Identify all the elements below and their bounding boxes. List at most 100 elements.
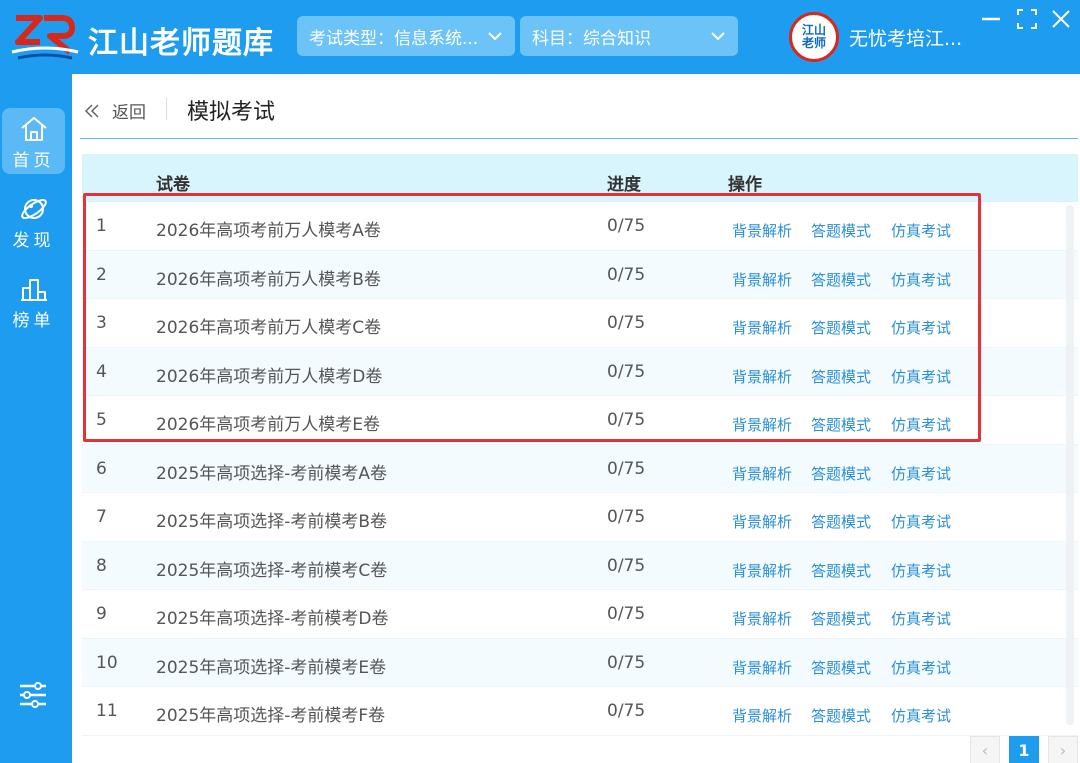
user-name[interactable]: 无忧考培江... [849, 24, 962, 51]
table-row: 11 2025年高项选择-考前模考F卷 0/75 背景解析 答题模式 仿真考试 [82, 687, 1078, 736]
row-index: 9 [96, 604, 107, 624]
column-header-progress: 进度 [607, 175, 641, 195]
table-body: 1 2026年高项考前万人模考A卷 0/75 背景解析 答题模式 仿真考试 2 2026年高项… [82, 202, 1078, 736]
row-index: 7 [96, 507, 107, 527]
mock-exam-link[interactable]: 仿真考试 [891, 366, 951, 387]
analysis-link[interactable]: 背景解析 [732, 414, 792, 435]
row-index: 5 [96, 410, 107, 430]
answer-mode-link[interactable]: 答题模式 [811, 414, 871, 435]
scrollbar[interactable] [1066, 205, 1074, 725]
analysis-link[interactable]: 背景解析 [732, 463, 792, 484]
analysis-link[interactable]: 背景解析 [732, 366, 792, 387]
exam-type-select[interactable]: 考试类型：信息系统... [297, 16, 515, 56]
analysis-link[interactable]: 背景解析 [732, 608, 792, 629]
mock-exam-link[interactable]: 仿真考试 [891, 657, 951, 678]
row-index: 8 [96, 555, 107, 576]
paper-name: 2025年高项选择-考前模考E卷 [156, 657, 387, 678]
answer-mode-link[interactable]: 答题模式 [811, 608, 871, 629]
answer-mode-link[interactable]: 答题模式 [811, 220, 871, 241]
progress-value: 0/75 [607, 313, 646, 333]
mock-exam-link[interactable]: 仿真考试 [891, 463, 951, 484]
progress-value: 0/75 [607, 555, 646, 576]
answer-mode-link[interactable]: 答题模式 [811, 511, 871, 532]
analysis-link[interactable]: 背景解析 [732, 657, 792, 678]
table-header: 试卷 进度 操作 [82, 154, 1078, 202]
table-row: 2 2026年高项考前万人模考B卷 0/75 背景解析 答题模式 仿真考试 [82, 250, 1078, 299]
paper-name: 2025年高项选择-考前模考F卷 [156, 706, 386, 726]
progress-value: 0/75 [607, 410, 646, 430]
sidebar-item-label: 首页 [12, 151, 55, 171]
page-title: 模拟考试 [187, 100, 276, 125]
exam-table: 试卷 进度 操作 1 2026年高项考前万人模考A卷 0/75 背景解析 答题模式 仿真考… [82, 154, 1078, 736]
mock-exam-link[interactable]: 仿真考试 [891, 317, 951, 338]
analysis-link[interactable]: 背景解析 [732, 317, 792, 338]
mock-exam-link[interactable]: 仿真考试 [891, 705, 951, 726]
answer-mode-link[interactable]: 答题模式 [811, 560, 871, 581]
mock-exam-link[interactable]: 仿真考试 [891, 269, 951, 290]
divider [166, 98, 167, 120]
sidebar-item-ranking[interactable]: 榜单 [2, 268, 65, 334]
table-row: 5 2026年高项考前万人模考E卷 0/75 背景解析 答题模式 仿真考试 [82, 396, 1078, 445]
analysis-link[interactable]: 背景解析 [732, 705, 792, 726]
sidebar-item-label: 发现 [12, 231, 55, 251]
analysis-link[interactable]: 背景解析 [732, 220, 792, 241]
subject-select[interactable]: 科目：综合知识 [520, 16, 738, 56]
progress-value: 0/75 [607, 604, 646, 624]
answer-mode-link[interactable]: 答题模式 [811, 463, 871, 484]
answer-mode-link[interactable]: 答题模式 [811, 269, 871, 290]
mock-exam-link[interactable]: 仿真考试 [891, 560, 951, 581]
prev-page-button[interactable]: ‹ [970, 736, 1000, 763]
column-header-actions: 操作 [728, 175, 762, 195]
table-row: 3 2026年高项考前万人模考C卷 0/75 背景解析 答题模式 仿真考试 [82, 299, 1078, 348]
row-index: 4 [96, 361, 107, 382]
close-icon[interactable] [1050, 8, 1072, 30]
settings-sliders-icon[interactable] [18, 680, 48, 710]
row-index: 10 [96, 652, 118, 673]
row-index: 3 [96, 313, 107, 333]
table-row: 9 2025年高项选择-考前模考D卷 0/75 背景解析 答题模式 仿真考试 [82, 590, 1078, 639]
analysis-link[interactable]: 背景解析 [732, 511, 792, 532]
minimize-icon[interactable] [980, 8, 1002, 30]
page-1-button[interactable]: 1 [1009, 736, 1039, 763]
sidebar: 首页 发现 榜单 [0, 74, 72, 763]
maximize-icon[interactable] [1016, 8, 1038, 30]
paper-name: 2025年高项选择-考前模考A卷 [156, 463, 388, 484]
mock-exam-link[interactable]: 仿真考试 [891, 511, 951, 532]
main-panel: 返回 模拟考试 试卷 进度 操作 1 2026年高项考前万人模考A卷 0/75 背景解… [72, 74, 1080, 763]
planet-icon [20, 198, 47, 220]
app-title: 江山老师题库 [88, 26, 274, 61]
table-row: 10 2025年高项选择-考前模考E卷 0/75 背景解析 答题模式 仿真考试 [82, 638, 1078, 687]
analysis-link[interactable]: 背景解析 [732, 269, 792, 290]
mock-exam-link[interactable]: 仿真考试 [891, 414, 951, 435]
row-index: 2 [96, 264, 107, 285]
progress-value: 0/75 [607, 264, 646, 285]
answer-mode-link[interactable]: 答题模式 [811, 657, 871, 678]
next-page-button[interactable]: › [1048, 736, 1078, 763]
answer-mode-link[interactable]: 答题模式 [811, 317, 871, 338]
mock-exam-link[interactable]: 仿真考试 [891, 220, 951, 241]
progress-value: 0/75 [607, 361, 646, 382]
avatar[interactable]: 江山 老师 [789, 12, 839, 62]
progress-value: 0/75 [607, 507, 646, 527]
sidebar-item-home[interactable]: 首页 [2, 108, 65, 174]
progress-value: 0/75 [607, 701, 646, 721]
row-index: 6 [96, 458, 107, 479]
chevron-down-icon [488, 32, 502, 41]
column-header-paper: 试卷 [156, 175, 190, 195]
avatar-text-line2: 老师 [801, 36, 826, 50]
back-button[interactable]: 返回 [84, 98, 146, 123]
paper-name: 2025年高项选择-考前模考B卷 [156, 512, 388, 532]
exam-type-value: 考试类型：信息系统... [309, 28, 479, 49]
paper-name: 2026年高项考前万人模考B卷 [156, 269, 381, 290]
paper-name: 2026年高项考前万人模考C卷 [156, 318, 382, 338]
progress-value: 0/75 [607, 216, 646, 236]
subject-value: 科目：综合知识 [532, 28, 651, 49]
sidebar-item-discover[interactable]: 发现 [2, 188, 65, 254]
answer-mode-link[interactable]: 答题模式 [811, 705, 871, 726]
row-index: 11 [96, 701, 118, 721]
mock-exam-link[interactable]: 仿真考试 [891, 608, 951, 629]
paper-name: 2026年高项考前万人模考A卷 [156, 221, 381, 241]
table-row: 7 2025年高项选择-考前模考B卷 0/75 背景解析 答题模式 仿真考试 [82, 493, 1078, 542]
analysis-link[interactable]: 背景解析 [732, 560, 792, 581]
answer-mode-link[interactable]: 答题模式 [811, 366, 871, 387]
